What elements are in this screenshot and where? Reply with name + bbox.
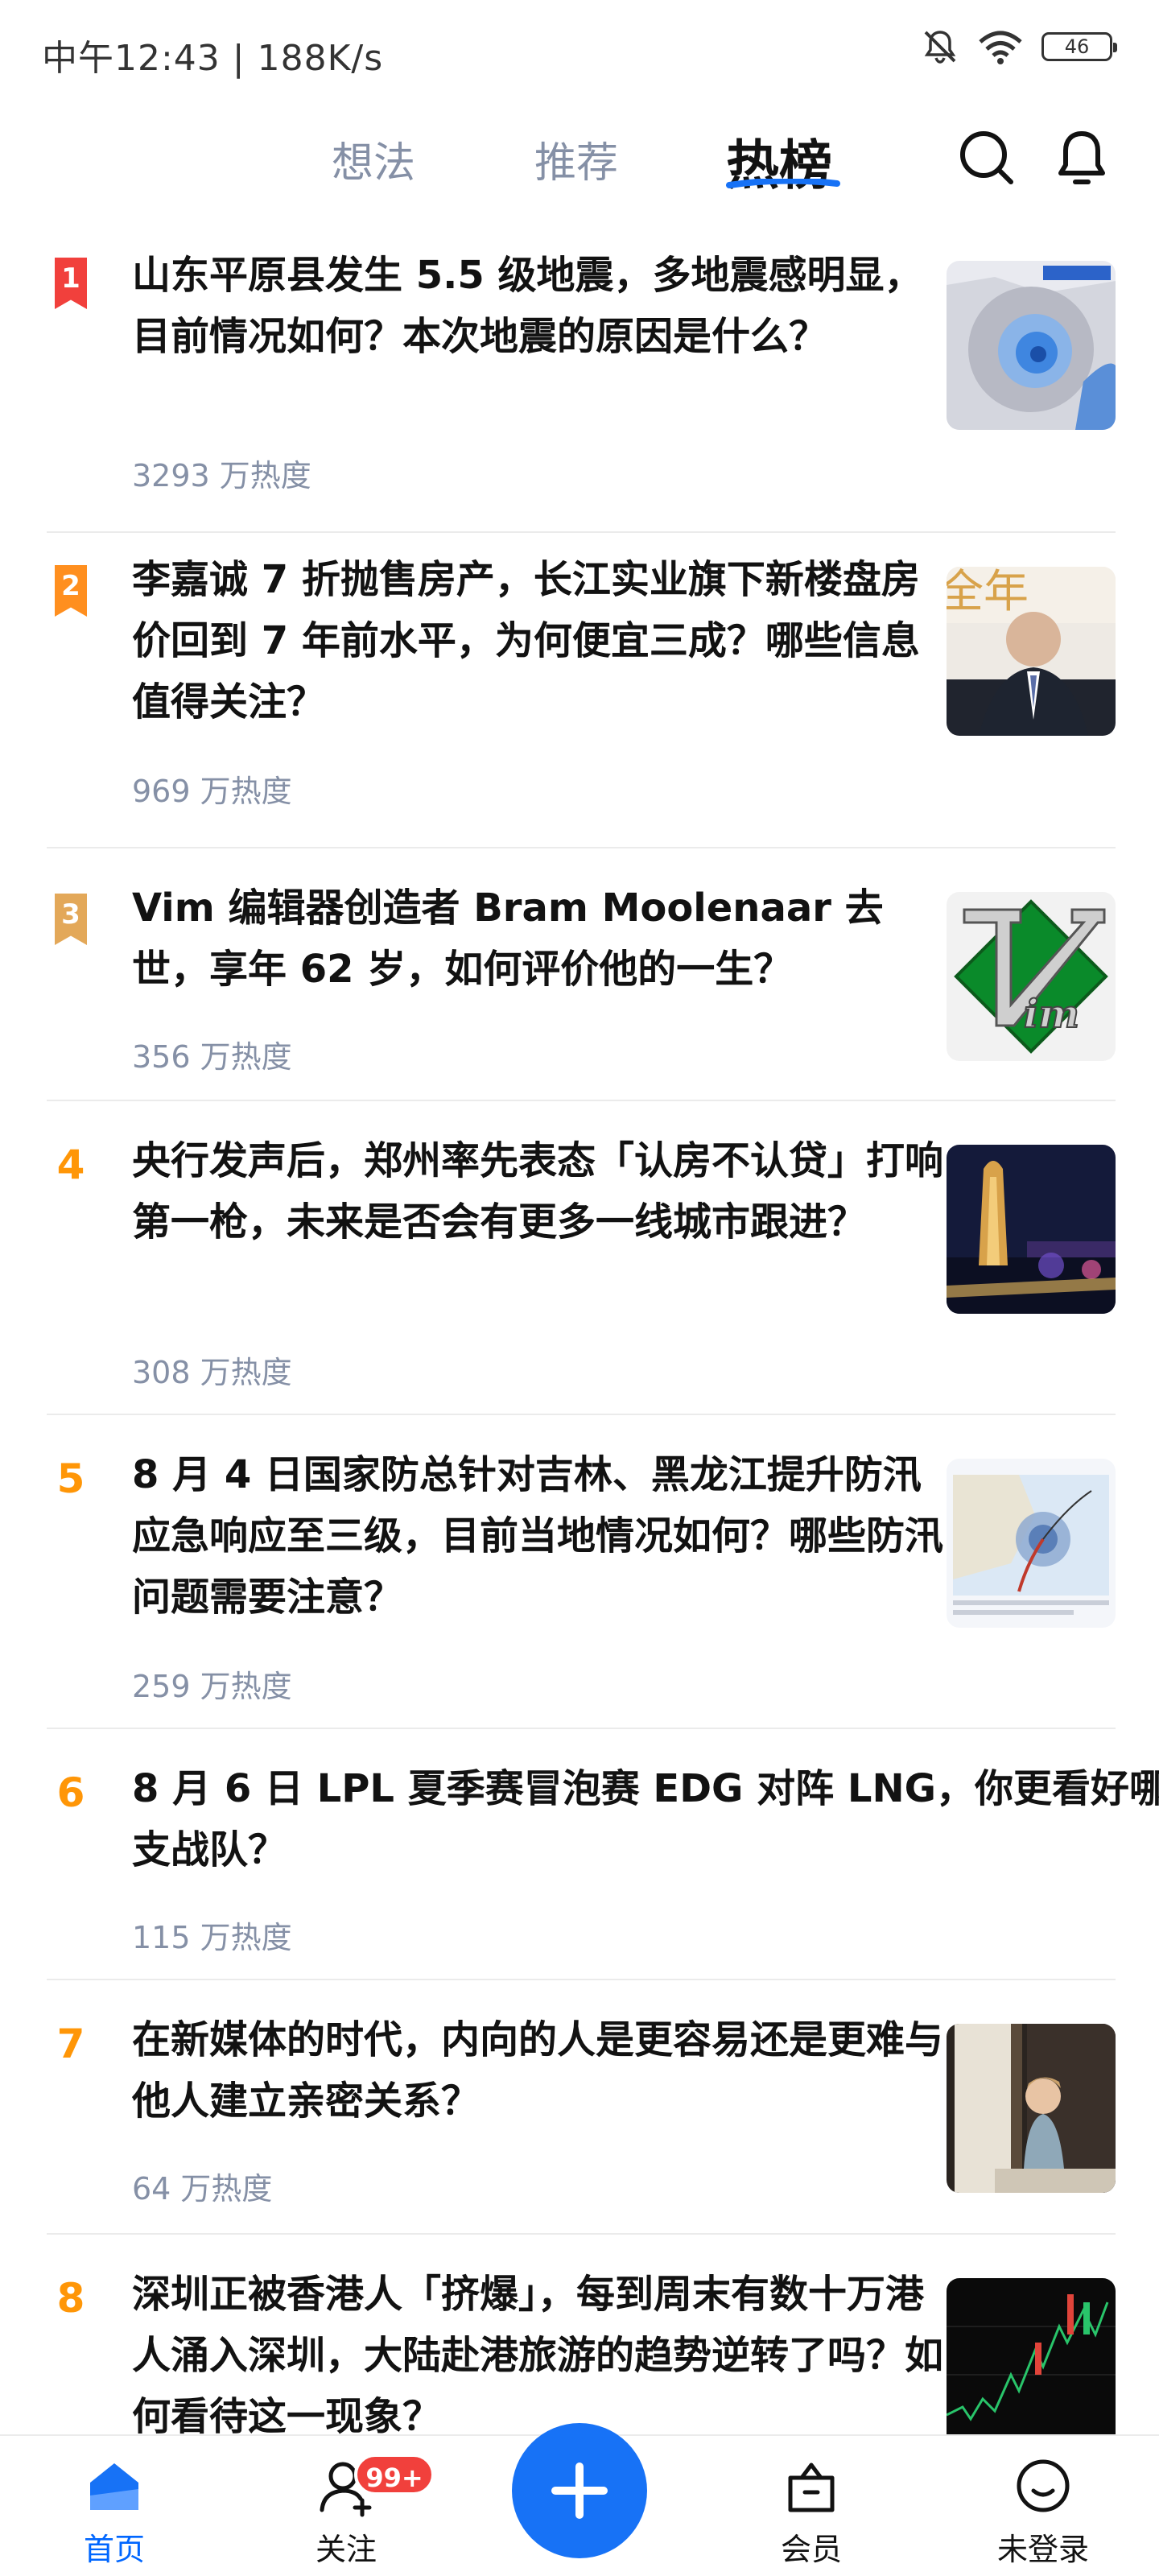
svg-text:全年: 全年 (947, 567, 1029, 618)
item-thumbnail[interactable] (947, 2024, 1116, 2193)
active-tab-indicator (726, 179, 840, 188)
earthquake-map-image (947, 261, 1116, 430)
item-title[interactable]: 深圳正被香港人「挤爆」，每到周末有数十万港人涌入深圳，大陆赴港旅游的趋势逆转了吗… (132, 2264, 950, 2447)
heat-count: 969 万热度 (132, 774, 292, 809)
nav-member-label: 会员 (780, 2532, 842, 2567)
item-thumbnail[interactable] (947, 2278, 1116, 2447)
item-title[interactable]: 8 月 6 日 LPL 夏季赛冒泡赛 EDG 对阵 LNG，你更看好哪支战队？ (132, 1758, 1159, 1880)
bell-icon[interactable] (1050, 126, 1114, 190)
notification-badge: 99+ (354, 2454, 435, 2496)
typhoon-map-image (947, 1459, 1116, 1628)
city-night-image (947, 1145, 1116, 1314)
nav-member[interactable]: 会员 (731, 2436, 892, 2576)
rank-number: 7 (56, 2021, 85, 2067)
item-title[interactable]: 山东平原县发生 5.5 级地震，多地震感明显，目前情况如何？本次地震的原因是什么… (132, 245, 950, 367)
hot-list: 1 山东平原县发生 5.5 级地震，多地震感明显，目前情况如何？本次地震的原因是… (0, 233, 1159, 2447)
nav-profile-label: 未登录 (996, 2532, 1089, 2567)
heat-count: 356 万热度 (132, 1039, 292, 1075)
nav-home-label: 首页 (83, 2532, 145, 2567)
status-time: 中午12:43 | 188K/s (42, 38, 384, 79)
item-title[interactable]: 李嘉诚 7 折抛售房产，长江实业旗下新楼盘房价回到 7 年前水平，为何便宜三成？… (132, 549, 950, 733)
vim-logo-image: im (947, 892, 1116, 1061)
item-title[interactable]: Vim 编辑器创造者 Bram Moolenaar 去世，享年 62 岁，如何评… (132, 877, 950, 1000)
hot-list-item[interactable]: 5 8 月 4 日国家防总针对吉林、黑龙江提升防汛应急响应至三级，目前当地情况如… (47, 1415, 1116, 1729)
rank-number: 8 (56, 2275, 85, 2322)
heat-count: 259 万热度 (132, 1669, 292, 1704)
battery-indicator: 46 (1041, 32, 1117, 61)
item-thumbnail[interactable]: im (947, 892, 1116, 1061)
item-title[interactable]: 央行发声后，郑州率先表态「认房不认贷」打响第一枪，未来是否会有更多一线城市跟进？ (132, 1130, 950, 1253)
mute-bell-icon (924, 31, 956, 64)
rank-badge: 2 (55, 565, 87, 617)
hot-list-item[interactable]: 4 央行发声后，郑州率先表态「认房不认贷」打响第一枪，未来是否会有更多一线城市跟… (47, 1101, 1116, 1415)
search-icon[interactable] (955, 126, 1019, 190)
create-post-button[interactable] (512, 2423, 647, 2558)
rank-number: 3 (61, 898, 80, 931)
hot-list-item[interactable]: 6 8 月 6 日 LPL 夏季赛冒泡赛 EDG 对阵 LNG，你更看好哪支战队… (47, 1729, 1159, 1980)
status-bar: 中午12:43 | 188K/s 46 (0, 0, 1159, 97)
rank-badge: 1 (55, 258, 87, 309)
tab-recommend[interactable]: 推荐 (534, 129, 618, 189)
hot-list-item[interactable]: 8 深圳正被香港人「挤爆」，每到周末有数十万港人涌入深圳，大陆赴港旅游的趋势逆转… (47, 2235, 1116, 2447)
item-thumbnail[interactable] (947, 1145, 1116, 1314)
nav-follow[interactable]: 99+ 关注 (266, 2436, 435, 2576)
nav-home[interactable]: 首页 (34, 2436, 195, 2576)
child-window-image (947, 2024, 1116, 2193)
heat-count: 308 万热度 (132, 1355, 292, 1390)
rank-badge: 3 (55, 894, 87, 945)
tab-ideas[interactable]: 想法 (332, 129, 415, 189)
person-photo-image: 全年 (947, 567, 1116, 736)
wifi-icon (979, 31, 1022, 64)
heat-count: 3293 万热度 (132, 458, 311, 493)
heat-count: 64 万热度 (132, 2171, 273, 2207)
item-thumbnail[interactable] (947, 261, 1116, 430)
member-icon (788, 2462, 835, 2512)
home-icon (90, 2463, 138, 2510)
rank-number: 4 (56, 1141, 85, 1188)
status-icons: 46 (921, 27, 1117, 66)
stock-chart-image (947, 2278, 1116, 2447)
heat-count: 115 万热度 (132, 1920, 292, 1955)
hot-list-item[interactable]: 3 Vim 编辑器创造者 Bram Moolenaar 去世，享年 62 岁，如… (47, 848, 1116, 1101)
rank-number: 6 (56, 1769, 85, 1816)
nav-profile[interactable]: 未登录 (963, 2436, 1124, 2576)
profile-icon (1017, 2459, 1070, 2512)
svg-text:im: im (1024, 992, 1079, 1037)
rank-number: 2 (61, 570, 80, 602)
hot-list-item[interactable]: 7 在新媒体的时代，内向的人是更容易还是更难与他人建立亲密关系？ 64 万热度 (47, 1980, 1116, 2235)
rank-number: 5 (56, 1455, 85, 1502)
item-title[interactable]: 在新媒体的时代，内向的人是更容易还是更难与他人建立亲密关系？ (132, 2009, 950, 2132)
nav-follow-label: 关注 (315, 2532, 377, 2567)
battery-level: 46 (1064, 35, 1090, 58)
top-nav: 想法 推荐 热榜 (0, 105, 1159, 209)
hot-list-item[interactable]: 1 山东平原县发生 5.5 级地震，多地震感明显，目前情况如何？本次地震的原因是… (47, 233, 1116, 533)
hot-list-item[interactable]: 2 李嘉诚 7 折抛售房产，长江实业旗下新楼盘房价回到 7 年前水平，为何便宜三… (47, 533, 1116, 848)
item-thumbnail[interactable]: 全年 (947, 567, 1116, 736)
rank-number: 1 (61, 262, 80, 295)
item-title[interactable]: 8 月 4 日国家防总针对吉林、黑龙江提升防汛应急响应至三级，目前当地情况如何？… (132, 1444, 950, 1628)
item-thumbnail[interactable] (947, 1459, 1116, 1628)
plus-icon (551, 2462, 608, 2519)
